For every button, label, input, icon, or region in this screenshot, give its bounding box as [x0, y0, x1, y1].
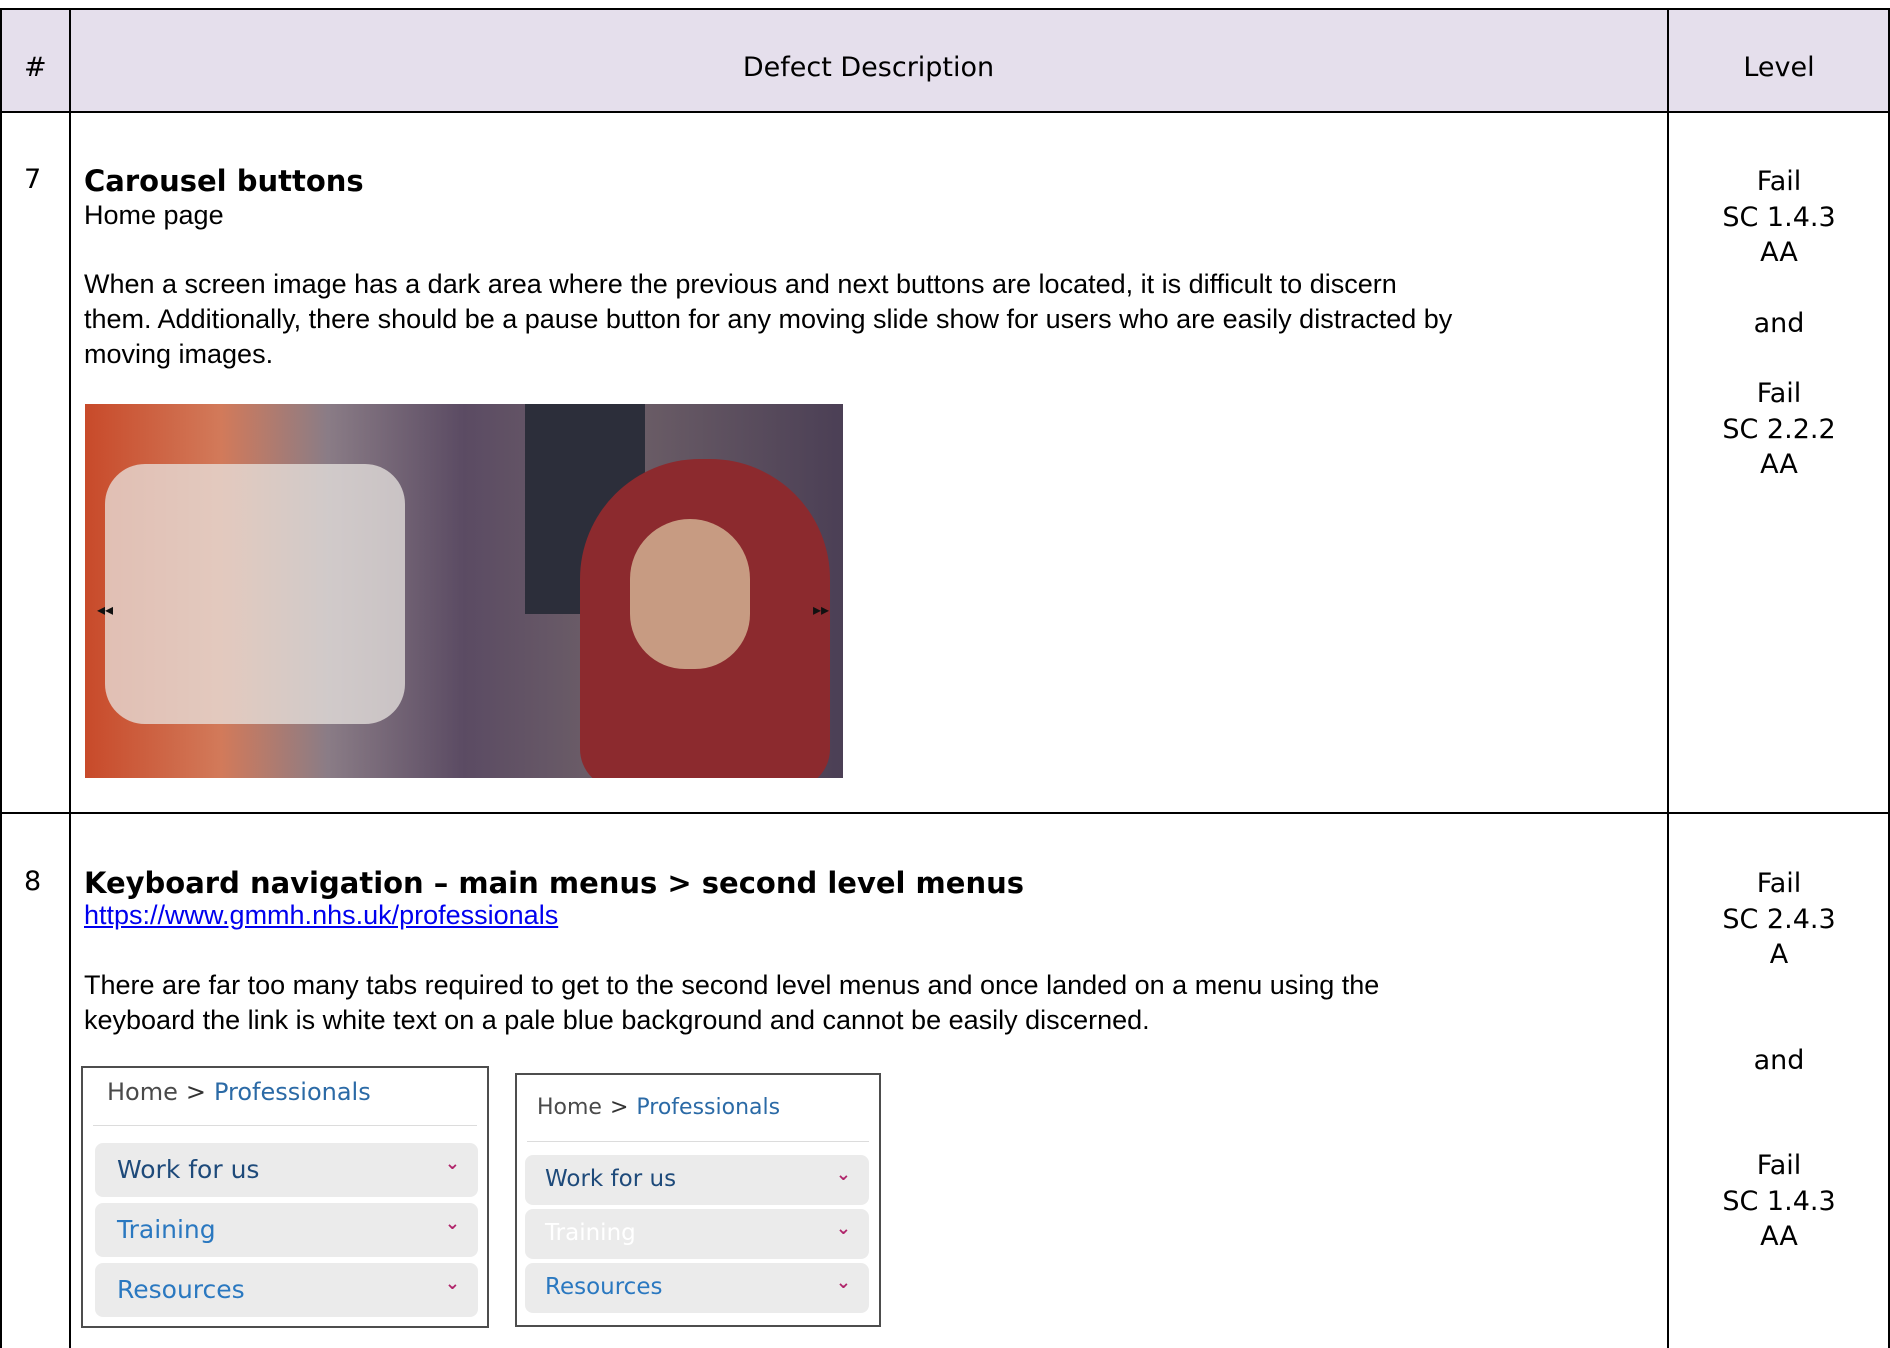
menu-item-work-for-us[interactable]: Work for us ⌄ — [95, 1143, 478, 1197]
menu-item-label: Work for us — [545, 1166, 677, 1192]
breadcrumb: Home > Professionals — [107, 1078, 371, 1106]
level-cell: Fail SC 1.4.3 AA and Fail SC 2.2.2 AA — [1670, 164, 1888, 483]
header-level: Level — [1743, 52, 1815, 83]
chevron-down-icon: ⌄ — [835, 1272, 851, 1293]
level-criterion: SC 2.2.2 — [1722, 413, 1836, 445]
defect-link[interactable]: https://www.gmmh.nhs.uk/professionals — [84, 900, 558, 930]
row-number: 8 — [24, 866, 42, 897]
defect-description: There are far too many tabs required to … — [84, 968, 1604, 1038]
defect-description: When a screen image has a dark area wher… — [84, 267, 1604, 372]
breadcrumb-home: Home — [107, 1078, 178, 1106]
menu-item-resources[interactable]: Resources ⌄ — [525, 1263, 869, 1313]
row-number: 7 — [24, 164, 42, 195]
chevron-down-icon: ⌄ — [444, 1153, 460, 1174]
level-result: Fail — [1756, 1150, 1802, 1181]
menu-screenshot-default: Home > Professionals Work for us ⌄ Trainin… — [81, 1066, 489, 1328]
description-line: them. Additionally, there should be a pa… — [84, 304, 1453, 334]
photo-blurred-cup — [105, 464, 405, 724]
menu-item-training-focused[interactable]: Training ⌄ — [525, 1209, 869, 1259]
chevron-down-icon: ⌄ — [444, 1273, 460, 1294]
level-and: and — [1753, 307, 1805, 339]
header-divider — [0, 111, 1890, 113]
level-result: Fail — [1756, 378, 1802, 409]
level-and: and — [1753, 1044, 1805, 1076]
level-cell: Fail SC 2.4.3 A and Fail SC 1.4.3 AA — [1670, 866, 1888, 1255]
breadcrumb-divider — [93, 1125, 477, 1126]
description-line: keyboard the link is white text on a pal… — [84, 1005, 1150, 1035]
carousel-next-icon: ▸▸ — [813, 600, 830, 619]
level-conformance: AA — [1760, 237, 1798, 268]
menu-item-label: Resources — [117, 1275, 245, 1304]
menu-screenshot-focused: Home > Professionals Work for us ⌄ Trainin… — [515, 1073, 881, 1327]
description-line: There are far too many tabs required to … — [84, 970, 1380, 1000]
menu-item-label: Training — [117, 1215, 216, 1244]
menu-item-label: Resources — [545, 1274, 663, 1300]
breadcrumb-divider — [527, 1141, 869, 1142]
table-border-left — [0, 8, 2, 1348]
menu-item-training[interactable]: Training ⌄ — [95, 1203, 478, 1257]
table-border-top — [0, 8, 1890, 10]
defect-title: Carousel buttons — [84, 164, 364, 198]
breadcrumb-chevron-icon: > — [609, 1095, 629, 1120]
menu-item-label: Training — [545, 1220, 636, 1246]
level-conformance: A — [1769, 939, 1789, 970]
chevron-down-icon: ⌄ — [835, 1164, 851, 1185]
description-line: moving images. — [84, 339, 274, 369]
level-conformance: AA — [1760, 1221, 1798, 1252]
defect-url[interactable]: https://www.gmmh.nhs.uk/professionals — [84, 900, 558, 931]
defect-title: Keyboard navigation – main menus > secon… — [84, 866, 1024, 900]
column-divider-1 — [69, 8, 71, 1348]
photo-face — [630, 519, 750, 669]
carousel-screenshot: ◂◂ ▸▸ — [85, 404, 843, 778]
menu-item-resources[interactable]: Resources ⌄ — [95, 1263, 478, 1317]
header-description: Defect Description — [742, 52, 995, 83]
breadcrumb-chevron-icon: > — [185, 1078, 206, 1106]
breadcrumb-current: Professionals — [636, 1095, 781, 1120]
level-result: Fail — [1756, 868, 1802, 899]
column-divider-2 — [1667, 8, 1669, 1348]
level-criterion: SC 1.4.3 — [1722, 201, 1836, 233]
level-conformance: AA — [1760, 449, 1798, 480]
chevron-down-icon: ⌄ — [835, 1218, 851, 1239]
chevron-down-icon: ⌄ — [444, 1213, 460, 1234]
level-criterion: SC 2.4.3 — [1722, 903, 1836, 935]
level-result: Fail — [1756, 166, 1802, 197]
breadcrumb-current: Professionals — [213, 1078, 371, 1106]
defect-location: Home page — [84, 200, 224, 230]
menu-item-work-for-us[interactable]: Work for us ⌄ — [525, 1155, 869, 1205]
row-divider — [0, 812, 1890, 814]
carousel-prev-icon: ◂◂ — [97, 600, 114, 619]
menu-item-label: Work for us — [117, 1155, 260, 1184]
breadcrumb-home: Home — [537, 1095, 602, 1120]
description-line: When a screen image has a dark area wher… — [84, 269, 1397, 299]
level-criterion: SC 1.4.3 — [1722, 1185, 1836, 1217]
breadcrumb: Home > Professionals — [537, 1095, 780, 1120]
